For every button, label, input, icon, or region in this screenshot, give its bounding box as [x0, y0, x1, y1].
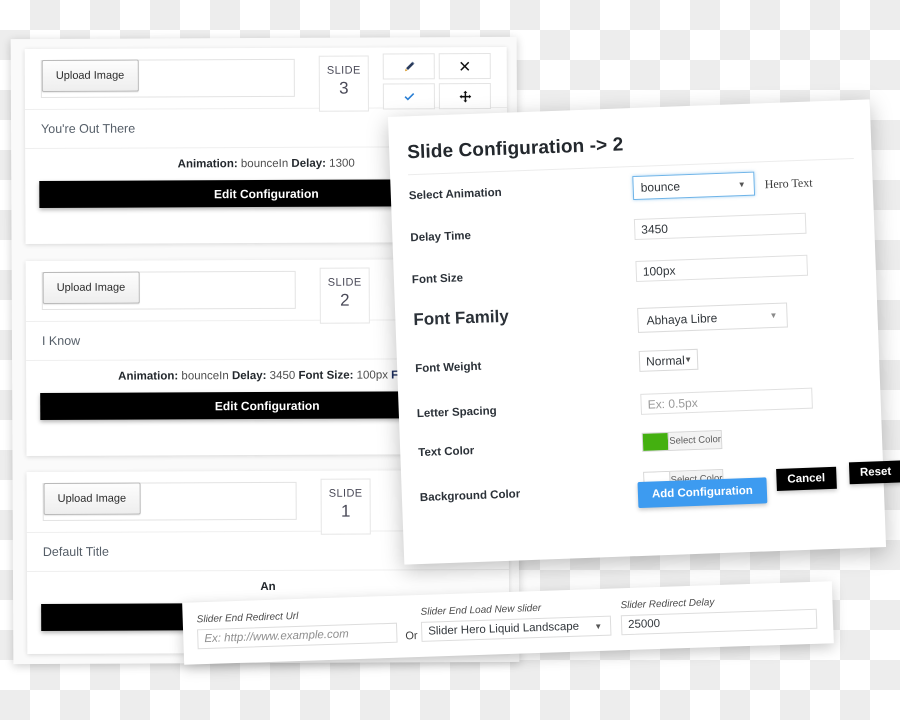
slide-meta-fontsize-label: Font Size:	[298, 369, 354, 382]
close-button[interactable]	[438, 53, 491, 80]
load-new-slider-label: Slider End Load New slider	[420, 602, 542, 618]
slide-badge-word: SLIDE	[328, 487, 363, 500]
or-separator: Or	[405, 630, 418, 643]
letter-spacing-input[interactable]: Ex: 0.5px	[640, 387, 813, 415]
slide-meta-delay-label: Delay:	[231, 369, 267, 383]
slide-meta-animation-label: An	[260, 580, 276, 594]
hero-text-label: Hero Text	[764, 175, 813, 192]
redirect-url-input[interactable]: Ex: http://www.example.com	[197, 622, 398, 650]
field-text-color: Text Color Select Color	[418, 427, 866, 459]
close-x-icon	[459, 60, 471, 72]
cancel-button[interactable]: Cancel	[776, 466, 837, 491]
checkmark-icon	[402, 90, 415, 103]
field-font-weight: Font Weight Normal ▼	[415, 345, 863, 375]
slide-number-badge: SLIDE 3	[318, 55, 369, 112]
font-family-value: Abhaya Libre	[646, 310, 718, 328]
delay-time-label: Delay Time	[410, 230, 472, 245]
chevron-down-icon: ▼	[683, 355, 693, 365]
chevron-down-icon: ▼	[737, 179, 746, 189]
slide-meta-animation-value: bounceIn	[181, 370, 229, 383]
upload-image-button[interactable]: Upload Image	[41, 59, 139, 92]
field-delay-time: Delay Time 3450	[410, 212, 858, 244]
modal-title: Slide Configuration -> 2	[406, 134, 624, 164]
text-color-label: Text Color	[418, 445, 475, 460]
edit-pencil-icon	[402, 60, 415, 73]
font-size-input[interactable]: 100px	[635, 254, 809, 282]
slide-meta-animation-label: Animation:	[177, 158, 238, 171]
move-handle-button[interactable]	[438, 83, 491, 110]
field-font-size: Font Size 100px	[412, 254, 860, 286]
font-size-label: Font Size	[411, 272, 464, 287]
slide-action-icons	[382, 53, 491, 110]
font-family-label: Font Family	[413, 306, 510, 330]
slide-configuration-modal: Slide Configuration -> 2 Select Animatio…	[387, 99, 900, 565]
redirect-delay-label: Slider Redirect Delay	[620, 597, 715, 612]
edit-pencil-button[interactable]	[382, 53, 435, 80]
redirect-delay-field-group: Slider Redirect Delay 25000	[620, 594, 818, 636]
text-color-swatch[interactable]	[642, 432, 669, 451]
font-family-dropdown[interactable]: Abhaya Libre ▼	[637, 302, 788, 333]
slide-number-badge: SLIDE 2	[319, 267, 370, 324]
letter-spacing-label: Letter Spacing	[416, 405, 497, 421]
reset-button[interactable]: Reset	[848, 460, 900, 485]
load-new-slider-field-group: Slider End Load New slider Slider Hero L…	[420, 601, 612, 642]
upload-image-button[interactable]: Upload Image	[43, 482, 141, 515]
load-new-slider-value: Slider Hero Liquid Landscape	[428, 620, 580, 638]
slide-badge-number: 1	[340, 501, 351, 521]
chevron-down-icon: ▼	[594, 621, 603, 631]
select-animation-label: Select Animation	[408, 186, 502, 203]
slide-number-badge: SLIDE 1	[320, 478, 371, 535]
slide-meta-delay-label: Delay:	[291, 157, 326, 170]
slide-badge-word: SLIDE	[326, 64, 361, 77]
text-color-picker[interactable]: Select Color	[641, 429, 723, 452]
slide-meta-delay-value: 1300	[329, 157, 355, 170]
slide-badge-number: 2	[340, 290, 350, 310]
slide-meta-animation-label: Animation:	[118, 370, 179, 383]
text-color-select-label: Select Color	[667, 431, 722, 450]
slide-meta-fontsize-value: 100px	[356, 369, 388, 382]
font-weight-label: Font Weight	[414, 360, 482, 376]
delay-time-input[interactable]: 3450	[633, 212, 807, 241]
chevron-down-icon: ▼	[769, 310, 778, 321]
move-arrows-icon	[458, 90, 471, 103]
slide-badge-word: SLIDE	[327, 276, 362, 289]
field-font-family: Font Family Abhaya Libre ▼	[413, 296, 861, 333]
slide-upload-row: Upload Image SLIDE 3	[24, 46, 507, 112]
select-animation-dropdown[interactable]: bounce ▼	[632, 171, 756, 201]
slide-meta-delay-value: 3450	[269, 369, 296, 382]
background-color-label: Background Color	[419, 488, 521, 505]
slide-badge-number: 3	[339, 78, 349, 98]
font-weight-value: Normal	[645, 352, 685, 369]
add-configuration-button[interactable]: Add Configuration	[637, 477, 768, 509]
load-new-slider-dropdown[interactable]: Slider Hero Liquid Landscape ▼	[420, 615, 612, 642]
select-animation-value: bounce	[640, 179, 681, 195]
field-letter-spacing: Letter Spacing Ex: 0.5px	[417, 387, 865, 420]
upload-image-button[interactable]: Upload Image	[42, 271, 140, 304]
font-weight-dropdown[interactable]: Normal ▼	[638, 348, 699, 372]
slide-meta-animation-value: bounceIn	[240, 157, 289, 171]
redirect-url-field-group: Slider End Redirect Url Ex: http://www.e…	[197, 608, 398, 650]
redirect-delay-input[interactable]: 25000	[620, 608, 818, 636]
field-select-animation: Select Animation bounce ▼ Hero Text	[409, 171, 857, 202]
confirm-checkbox[interactable]	[382, 83, 435, 110]
